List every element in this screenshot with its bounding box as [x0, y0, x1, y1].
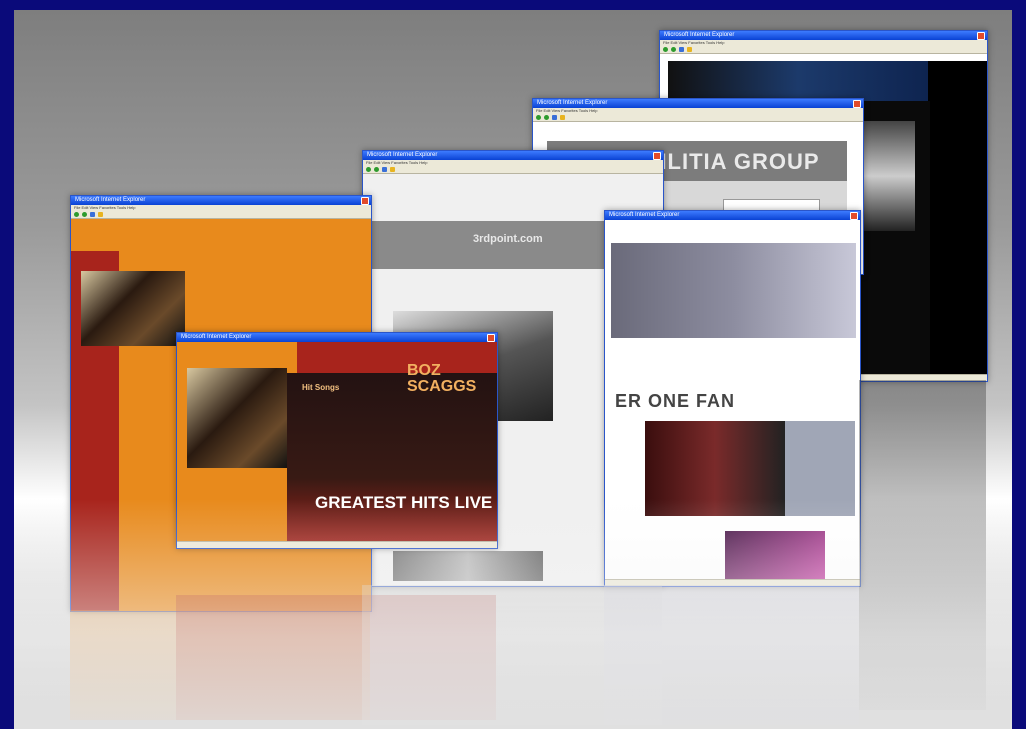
- reflection-fan: [604, 585, 859, 725]
- title-bar[interactable]: Microsoft Internet Explorer: [71, 196, 371, 205]
- close-icon[interactable]: [853, 100, 861, 108]
- artist-photo: [860, 121, 915, 231]
- headline: GREATEST HITS LIVE: [315, 493, 493, 512]
- window-title: Microsoft Internet Explorer: [537, 100, 608, 106]
- forward-icon[interactable]: [671, 46, 676, 52]
- purple-promo: [725, 531, 825, 581]
- toolbar[interactable]: [71, 210, 371, 219]
- close-icon[interactable]: [977, 32, 985, 40]
- window-title: Microsoft Internet Explorer: [609, 212, 680, 218]
- hit-songs-label: Hit Songs: [302, 383, 340, 392]
- forward-icon[interactable]: [374, 166, 379, 172]
- refresh-icon[interactable]: [90, 211, 95, 217]
- refresh-icon[interactable]: [679, 46, 684, 52]
- site-logo: 3rdpoint.com: [473, 233, 543, 245]
- window-title: Microsoft Internet Explorer: [75, 197, 146, 203]
- band-photo: [645, 421, 785, 516]
- status-bar: [177, 541, 497, 548]
- artist-name: BOZ SCAGGS: [407, 362, 477, 395]
- title-bar[interactable]: Microsoft Internet Explorer: [533, 99, 863, 108]
- artist-photo: [81, 271, 185, 346]
- forward-icon[interactable]: [82, 211, 87, 217]
- back-icon[interactable]: [536, 114, 541, 120]
- track-list-area: [287, 373, 497, 548]
- back-icon[interactable]: [74, 211, 79, 217]
- toolbar[interactable]: [660, 45, 987, 54]
- favorites-icon[interactable]: [390, 166, 395, 172]
- back-icon[interactable]: [366, 166, 371, 172]
- side-graphic: [785, 421, 855, 516]
- title-bar[interactable]: Microsoft Internet Explorer: [363, 151, 663, 160]
- back-icon[interactable]: [663, 46, 668, 52]
- browser-window-fan[interactable]: Microsoft Internet Explorer ER ONE FAN: [604, 210, 861, 587]
- reflection-dark: [859, 380, 986, 710]
- collage-banner: [611, 243, 856, 338]
- refresh-icon[interactable]: [552, 114, 557, 120]
- toolbar[interactable]: [363, 165, 663, 174]
- window-title: Microsoft Internet Explorer: [181, 334, 252, 340]
- collage-stage: Microsoft Internet Explorer File Edit Vi…: [14, 10, 1012, 729]
- window-title: Microsoft Internet Explorer: [367, 152, 438, 158]
- thumbnail-strip: [393, 551, 543, 581]
- favorites-icon[interactable]: [560, 114, 565, 120]
- fan-title: ER ONE FAN: [615, 391, 736, 411]
- close-icon[interactable]: [487, 334, 495, 342]
- favorites-icon[interactable]: [687, 46, 692, 52]
- browser-window-boz-promo[interactable]: Microsoft Internet Explorer Hit Songs BO…: [176, 332, 498, 549]
- close-icon[interactable]: [850, 212, 858, 220]
- dark-panel: [928, 61, 987, 381]
- window-title: Microsoft Internet Explorer: [664, 32, 735, 38]
- toolbar[interactable]: [533, 113, 863, 122]
- artist-photo: [187, 368, 287, 468]
- forward-icon[interactable]: [544, 114, 549, 120]
- refresh-icon[interactable]: [382, 166, 387, 172]
- title-bar[interactable]: Microsoft Internet Explorer: [660, 31, 987, 40]
- banner-image: [668, 61, 928, 101]
- close-icon[interactable]: [653, 152, 661, 160]
- close-icon[interactable]: [361, 197, 369, 205]
- favorites-icon[interactable]: [98, 211, 103, 217]
- title-bar[interactable]: Microsoft Internet Explorer: [177, 333, 497, 342]
- title-bar[interactable]: Microsoft Internet Explorer: [605, 211, 860, 220]
